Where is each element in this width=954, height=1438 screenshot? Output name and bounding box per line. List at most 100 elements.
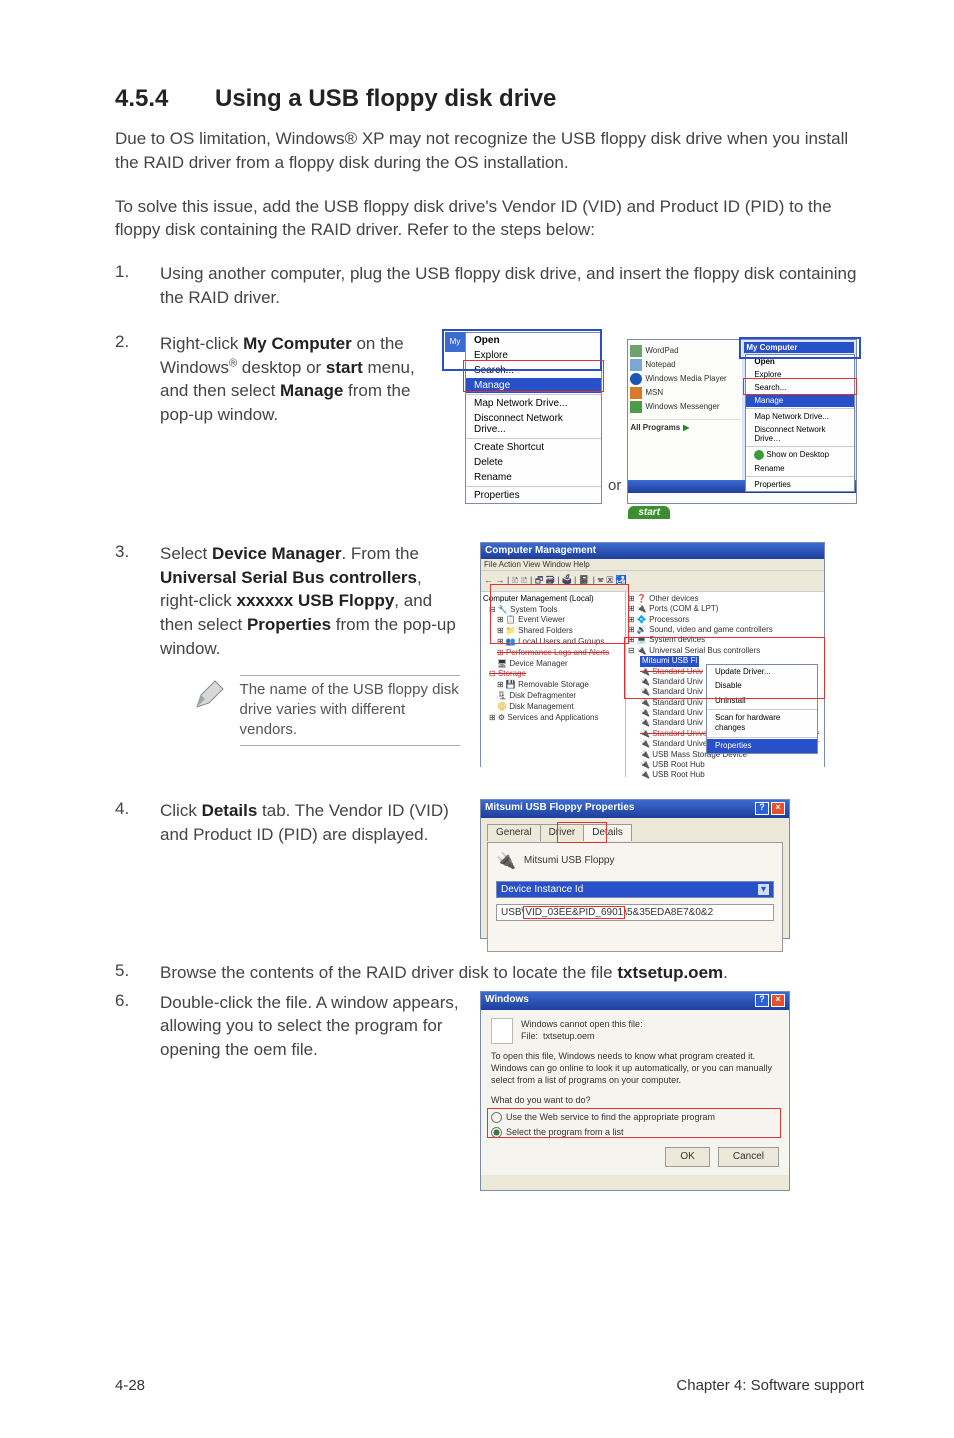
step1-text: Using another computer, plug the USB flo… — [160, 262, 864, 310]
sp-disc[interactable]: Disconnect Network Drive… — [746, 423, 854, 445]
step6-text: Double-click the file. A window appears,… — [160, 991, 460, 1062]
ctx-open[interactable]: Open — [466, 333, 601, 348]
sp-allprograms[interactable]: All Programs — [630, 423, 680, 432]
context-menu-mycomputer[interactable]: Open Explore Search... Manage Map Networ… — [465, 332, 602, 504]
note-box: The name of the USB floppy disk drive va… — [190, 675, 460, 746]
intro-para-2: To solve this issue, add the USB floppy … — [115, 195, 864, 243]
sp-rename[interactable]: Rename — [746, 462, 854, 475]
step2-text: Right-click My Computer on the Windows® … — [160, 332, 425, 427]
cm-tree-left[interactable]: Computer Management (Local) ⊟ 🔧 System T… — [481, 592, 626, 777]
ctx-manage[interactable]: Manage — [466, 378, 601, 393]
tab-general[interactable]: General — [487, 824, 541, 841]
sp-mycomputer[interactable]: My Computer — [744, 342, 854, 353]
wo-msg: To open this file, Windows needs to know… — [491, 1050, 779, 1086]
sp-wordpad[interactable]: WordPad — [645, 346, 678, 355]
computer-management-screenshot: Computer Management File Action View Win… — [480, 542, 825, 767]
step-4: 4. Click Details tab. The Vendor ID (VID… — [115, 799, 864, 939]
page-footer: 4-28 Chapter 4: Software support — [115, 1377, 864, 1394]
sp-notepad[interactable]: Notepad — [645, 360, 675, 369]
sp-msn[interactable]: MSN — [645, 388, 663, 397]
close-icon[interactable]: × — [771, 994, 785, 1007]
step-3: 3. Select Device Manager. From the Unive… — [115, 542, 864, 767]
sp-wm[interactable]: Windows Messenger — [645, 402, 719, 411]
cm-popup-properties[interactable]: Properties — [707, 739, 817, 753]
or-label: or — [608, 477, 621, 494]
properties-dialog: Mitsumi USB Floppy Properties?× General … — [480, 799, 790, 939]
chevron-down-icon: ▾ — [758, 884, 769, 895]
ctx-rename[interactable]: Rename — [466, 470, 601, 485]
ok-button[interactable]: OK — [665, 1147, 709, 1167]
device-name: Mitsumi USB Floppy — [524, 855, 615, 866]
msn-icon — [630, 387, 642, 399]
cm-selected-item: Mitsumi USB Fl — [640, 656, 699, 666]
heading-number: 4.5.4 — [115, 85, 215, 113]
step5-text: Browse the contents of the RAID driver d… — [160, 961, 864, 985]
heading-title: Using a USB floppy disk drive — [215, 85, 556, 112]
mycomputer-icon: My — [445, 332, 465, 352]
sp-wmp[interactable]: Windows Media Player — [645, 374, 726, 383]
step4-number: 4. — [115, 799, 160, 939]
wo-cannot: Windows cannot open this file: — [521, 1018, 643, 1030]
help-icon — [754, 450, 764, 460]
footer-right: Chapter 4: Software support — [676, 1377, 864, 1394]
step6-number: 6. — [115, 991, 160, 1191]
device-instance-id: USB\VID_03EE&PID_6901\5&35EDA8E7&0&2 — [496, 904, 774, 921]
ctx-explore[interactable]: Explore — [466, 348, 601, 363]
radio-icon[interactable] — [491, 1112, 502, 1123]
windows-open-dialog: Windows?× Windows cannot open this file:… — [480, 991, 790, 1191]
winopen-title: Windows — [485, 994, 529, 1007]
pencil-icon — [190, 675, 228, 715]
sp-map[interactable]: Map Network Drive... — [746, 410, 854, 423]
help-icon[interactable]: ? — [755, 802, 769, 815]
wordpad-icon — [630, 345, 642, 357]
sp-manage[interactable]: Manage — [746, 394, 854, 407]
step2-number: 2. — [115, 332, 160, 504]
step-2: 2. Right-click My Computer on the Window… — [115, 332, 864, 504]
step-1: 1. Using another computer, plug the USB … — [115, 262, 864, 310]
details-combo[interactable]: Device Instance Id▾ — [496, 881, 774, 898]
step-6: 6. Double-click the file. A window appea… — [115, 991, 864, 1191]
tab-details[interactable]: Details — [583, 824, 632, 841]
step3-number: 3. — [115, 542, 160, 767]
wo-opt1[interactable]: Use the Web service to find the appropri… — [506, 1112, 715, 1122]
wm-icon — [630, 401, 642, 413]
wo-fname: txtsetup.oem — [543, 1031, 595, 1041]
sp-props[interactable]: Properties — [746, 478, 854, 491]
wo-question: What do you want to do? — [491, 1094, 779, 1106]
section-heading: 4.5.4Using a USB floppy disk drive — [115, 85, 864, 113]
play-icon: ▶ — [683, 423, 689, 432]
tab-driver[interactable]: Driver — [540, 824, 585, 841]
close-icon[interactable]: × — [771, 802, 785, 815]
help-icon[interactable]: ? — [755, 994, 769, 1007]
sp-open[interactable]: Open — [746, 355, 854, 368]
ctx-map[interactable]: Map Network Drive... — [466, 396, 601, 411]
ctx-disconnect[interactable]: Disconnect Network Drive... — [466, 411, 601, 437]
ctx-search[interactable]: Search... — [466, 363, 601, 378]
cm-title: Computer Management — [485, 545, 596, 556]
cancel-button[interactable]: Cancel — [718, 1147, 779, 1167]
ctx-delete[interactable]: Delete — [466, 455, 601, 470]
cm-tree-right[interactable]: ⊞ ❓ Other devices ⊞ 🔌 Ports (COM & LPT) … — [626, 592, 824, 777]
sp-explore[interactable]: Explore — [746, 368, 854, 381]
file-icon — [491, 1018, 513, 1044]
vid-pid-highlight: VID_03EE&PID_6901 — [524, 907, 624, 918]
cm-menu[interactable]: File Action View Window Help — [481, 559, 824, 570]
footer-left: 4-28 — [115, 1377, 145, 1394]
notepad-icon — [630, 359, 642, 371]
sp-show[interactable]: Show on Desktop — [766, 450, 829, 459]
wo-opt2[interactable]: Select the program from a list — [506, 1127, 624, 1137]
ctx-shortcut[interactable]: Create Shortcut — [466, 440, 601, 455]
cm-context-popup[interactable]: Update Driver... Disable Uninstall Scan … — [706, 664, 818, 754]
cm-toolbar[interactable]: ← → | 🗈 🗈 | 🗗 🗃 | 🗳 | 📓 | 🕿 🗷 🛃 — [481, 570, 824, 592]
radio-icon-checked[interactable] — [491, 1127, 502, 1138]
start-button[interactable]: start — [628, 506, 670, 519]
usb-device-icon: 🔌 — [496, 851, 516, 871]
wmp-icon — [630, 373, 642, 385]
note-text: The name of the USB floppy disk drive va… — [240, 675, 460, 746]
start-menu-screenshot: WordPad Notepad Windows Media Player MSN… — [627, 339, 857, 504]
step-5: 5. Browse the contents of the RAID drive… — [115, 961, 864, 985]
ctx-properties[interactable]: Properties — [466, 488, 601, 503]
sp-search[interactable]: Search... — [746, 381, 854, 394]
step4-text: Click Details tab. The Vendor ID (VID) a… — [160, 799, 460, 847]
step1-number: 1. — [115, 262, 160, 310]
